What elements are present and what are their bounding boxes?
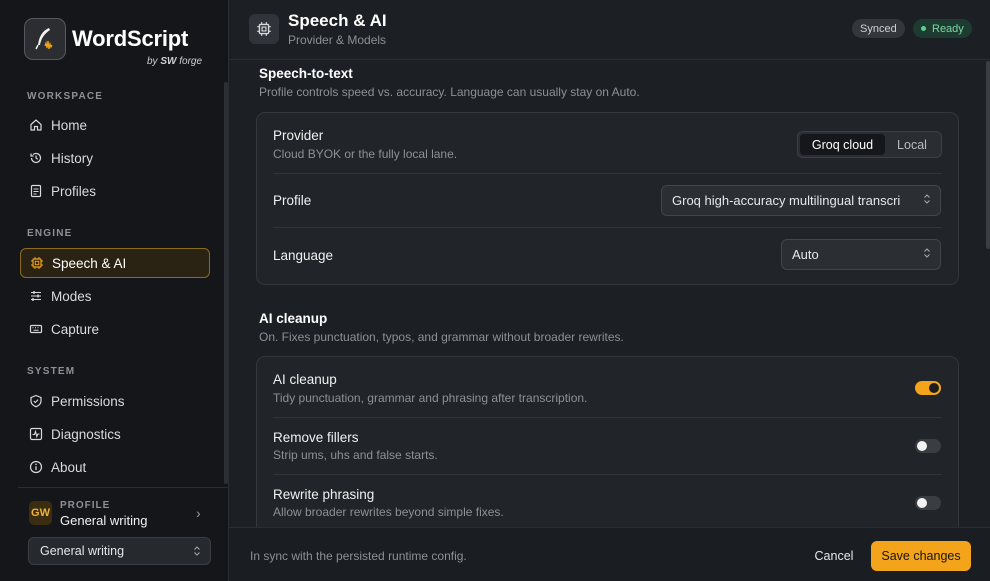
page-title: Speech & AI bbox=[288, 11, 387, 30]
profile-avatar: GW bbox=[29, 501, 52, 525]
profile-select-value: General writing bbox=[40, 544, 125, 558]
provider-label: Provider bbox=[273, 128, 324, 143]
divider bbox=[273, 173, 942, 174]
provider-segmented-control[interactable]: Groq cloud Local bbox=[797, 131, 942, 158]
sidebar-item-history[interactable]: History bbox=[20, 143, 210, 173]
stt-profile-value: Groq high-accuracy multilingual transcri bbox=[672, 193, 901, 208]
sidebar: WordScript by SW forge WORKSPACE Home Hi… bbox=[0, 0, 229, 581]
ready-badge: Ready bbox=[913, 19, 972, 38]
section-title-ai-cleanup: AI cleanup bbox=[259, 311, 328, 326]
section-desc-speech-to-text: Profile controls speed vs. accuracy. Lan… bbox=[259, 85, 640, 99]
ready-badge-label: Ready bbox=[932, 22, 964, 35]
divider bbox=[273, 417, 942, 418]
info-icon bbox=[29, 460, 43, 474]
section-label-workspace: WORKSPACE bbox=[27, 91, 104, 102]
ai-cleanup-desc: Tidy punctuation, grammar and phrasing a… bbox=[273, 391, 588, 405]
language-select[interactable]: Auto bbox=[781, 239, 941, 270]
provider-option-groq-cloud[interactable]: Groq cloud bbox=[800, 134, 885, 155]
app-byline: by SW forge bbox=[147, 56, 203, 67]
ai-cleanup-card: AI cleanup Tidy punctuation, grammar and… bbox=[256, 356, 959, 527]
profile-name: General writing bbox=[60, 513, 148, 528]
remove-fillers-label: Remove fillers bbox=[273, 430, 359, 445]
updown-chevron-icon bbox=[194, 546, 200, 556]
history-icon bbox=[30, 152, 42, 164]
profile-label: PROFILE bbox=[60, 500, 111, 511]
language-value: Auto bbox=[792, 247, 819, 262]
sidebar-item-label: About bbox=[51, 459, 87, 475]
sidebar-item-label: Speech & AI bbox=[52, 255, 127, 271]
remove-fillers-desc: Strip ums, uhs and false starts. bbox=[273, 448, 438, 462]
keyboard-icon bbox=[29, 324, 43, 334]
sidebar-item-speech-ai[interactable]: Speech & AI bbox=[20, 248, 210, 278]
sidebar-item-permissions[interactable]: Permissions bbox=[20, 386, 210, 416]
rewrite-phrasing-desc: Allow broader rewrites beyond simple fix… bbox=[273, 505, 504, 519]
sidebar-item-modes[interactable]: Modes bbox=[20, 281, 210, 311]
sidebar-item-label: Home bbox=[51, 117, 88, 133]
content-scrollbar[interactable] bbox=[986, 61, 990, 249]
save-changes-button[interactable]: Save changes bbox=[871, 541, 971, 571]
language-label: Language bbox=[273, 248, 334, 263]
profile-row-label: Profile bbox=[273, 193, 312, 208]
sidebar-item-label: Capture bbox=[51, 321, 100, 337]
sidebar-item-label: Profiles bbox=[51, 183, 97, 199]
rewrite-phrasing-label: Rewrite phrasing bbox=[273, 487, 375, 502]
sidebar-item-home[interactable]: Home bbox=[20, 110, 210, 140]
ai-cleanup-toggle[interactable] bbox=[915, 381, 941, 395]
ai-cleanup-label: AI cleanup bbox=[273, 372, 337, 387]
app-name: WordScript bbox=[72, 26, 189, 51]
divider bbox=[273, 227, 942, 228]
profile-switcher[interactable]: GW PROFILE General writing › General wri… bbox=[18, 487, 229, 573]
synced-badge: Synced bbox=[852, 19, 905, 38]
section-title-speech-to-text: Speech-to-text bbox=[259, 66, 353, 81]
section-desc-ai-cleanup: On. Fixes punctuation, typos, and gramma… bbox=[259, 330, 624, 344]
cancel-button[interactable]: Cancel bbox=[806, 541, 862, 570]
sidebar-item-diagnostics[interactable]: Diagnostics bbox=[20, 419, 210, 449]
app-logo: WordScript by SW forge bbox=[24, 18, 202, 67]
updown-chevron-icon bbox=[924, 248, 930, 258]
sidebar-item-label: Diagnostics bbox=[51, 426, 121, 442]
home-icon bbox=[30, 119, 42, 131]
speech-to-text-card: Provider Cloud BYOK or the fully local l… bbox=[256, 112, 959, 285]
provider-option-local[interactable]: Local bbox=[885, 134, 939, 155]
quill-waveform-icon bbox=[24, 18, 66, 60]
sidebar-item-label: Permissions bbox=[51, 393, 125, 409]
footer-bar: In sync with the persisted runtime confi… bbox=[229, 527, 990, 581]
chip-icon bbox=[249, 14, 279, 44]
sync-status-text: In sync with the persisted runtime confi… bbox=[250, 549, 467, 563]
rewrite-phrasing-toggle[interactable] bbox=[915, 496, 941, 510]
status-dot-icon bbox=[921, 26, 926, 31]
remove-fillers-toggle[interactable] bbox=[915, 439, 941, 453]
sidebar-scrollbar[interactable] bbox=[224, 82, 228, 484]
page-header: Speech & AI Provider & Models Synced Rea… bbox=[229, 0, 990, 60]
page-subtitle: Provider & Models bbox=[288, 33, 387, 47]
shield-icon bbox=[30, 394, 42, 408]
sidebar-item-about[interactable]: About bbox=[20, 452, 210, 482]
chip-icon bbox=[31, 257, 43, 269]
sidebar-item-profiles[interactable]: Profiles bbox=[20, 176, 210, 206]
divider bbox=[273, 474, 942, 475]
sidebar-item-capture[interactable]: Capture bbox=[20, 314, 210, 344]
section-label-engine: ENGINE bbox=[27, 228, 73, 239]
sliders-icon bbox=[31, 291, 41, 301]
profiles-icon bbox=[30, 184, 42, 198]
pulse-icon bbox=[29, 427, 43, 441]
toggle-knob bbox=[917, 441, 927, 451]
chevron-right-icon[interactable]: › bbox=[196, 505, 201, 521]
updown-chevron-icon bbox=[924, 194, 930, 204]
toggle-knob bbox=[917, 498, 927, 508]
toggle-knob bbox=[929, 383, 939, 393]
section-label-system: SYSTEM bbox=[27, 366, 76, 377]
settings-content[interactable]: Speech-to-text Profile controls speed vs… bbox=[229, 61, 990, 527]
sidebar-item-label: Modes bbox=[51, 288, 92, 304]
sidebar-item-label: History bbox=[51, 150, 94, 166]
stt-profile-select[interactable]: Groq high-accuracy multilingual transcri bbox=[661, 185, 941, 216]
profile-select[interactable]: General writing bbox=[28, 537, 211, 565]
divider bbox=[18, 487, 229, 488]
provider-desc: Cloud BYOK or the fully local lane. bbox=[273, 147, 458, 161]
